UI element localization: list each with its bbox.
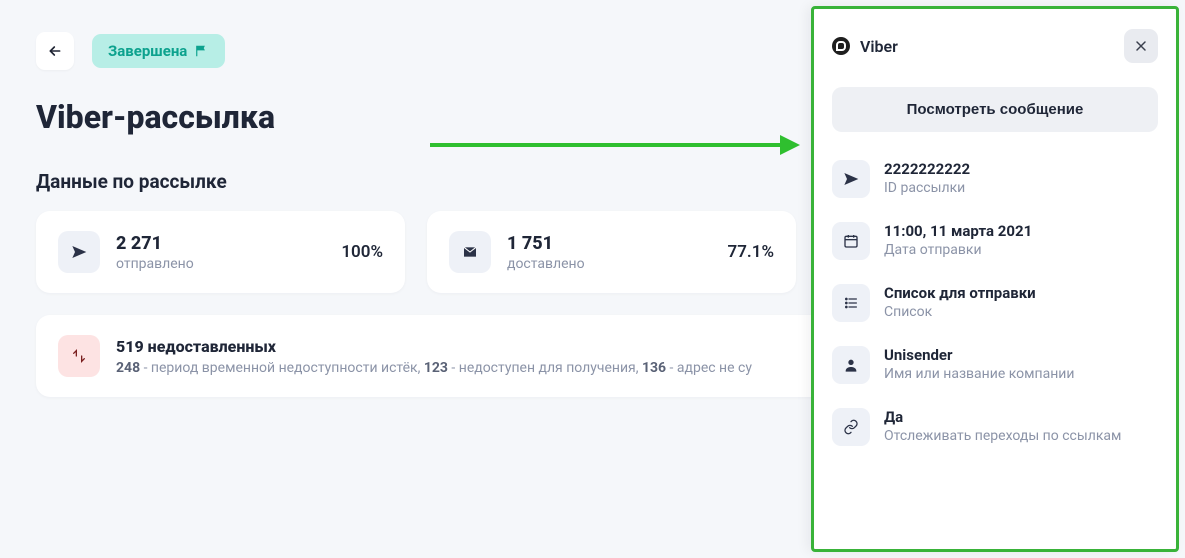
- status-chip: Завершена: [92, 34, 225, 68]
- panel-brand-label: Viber: [860, 37, 898, 56]
- info-row-tracking: Да Отслеживать переходы по ссылкам: [832, 408, 1158, 446]
- info-row-id: 2222222222 ID рассылки: [832, 160, 1158, 198]
- stat-sent-label: отправлено: [116, 256, 194, 272]
- viber-icon: [832, 37, 850, 55]
- stat-card-delivered: 1 751 доставлено 77.1%: [427, 211, 796, 293]
- back-button[interactable]: [36, 32, 74, 70]
- arrow-left-icon: [47, 43, 63, 59]
- stat-delivered-pct: 77.1%: [727, 242, 774, 262]
- calendar-icon: [832, 222, 870, 260]
- user-icon: [832, 346, 870, 384]
- info-date-value: 11:00, 11 марта 2021: [884, 222, 1032, 240]
- info-list-label: Список: [884, 304, 1036, 320]
- info-date-label: Дата отправки: [884, 242, 1032, 258]
- list-icon: [832, 284, 870, 322]
- link-icon: [832, 408, 870, 446]
- info-id-label: ID рассылки: [884, 180, 970, 196]
- info-id-value: 2222222222: [884, 160, 970, 178]
- panel-brand: Viber: [832, 37, 898, 56]
- info-track-value: Да: [884, 408, 1121, 426]
- info-row-list: Список для отправки Список: [832, 284, 1158, 322]
- stat-delivered-value: 1 751: [507, 233, 585, 254]
- failures-detail: 248 - период временной недоступности ист…: [116, 360, 752, 376]
- info-list-value: Список для отправки: [884, 284, 1036, 302]
- stat-delivered-label: доставлено: [507, 256, 585, 272]
- details-panel: Viber Посмотреть сообщение 2222222222 ID…: [811, 6, 1179, 552]
- info-row-sender: Unisender Имя или название компании: [832, 346, 1158, 384]
- info-track-label: Отслеживать переходы по ссылкам: [884, 428, 1121, 444]
- status-chip-label: Завершена: [108, 42, 187, 60]
- send-icon: [832, 160, 870, 198]
- stat-card-sent: 2 271 отправлено 100%: [36, 211, 405, 293]
- mail-icon: [449, 231, 491, 273]
- info-row-date: 11:00, 11 марта 2021 Дата отправки: [832, 222, 1158, 260]
- info-sender-label: Имя или название компании: [884, 366, 1074, 382]
- close-icon: [1133, 38, 1149, 54]
- stat-sent-value: 2 271: [116, 233, 194, 254]
- failures-card: 519 недоставленных 248 - период временно…: [36, 315, 856, 397]
- info-sender-value: Unisender: [884, 346, 1074, 364]
- close-button[interactable]: [1124, 29, 1158, 63]
- failures-title: 519 недоставленных: [116, 337, 752, 356]
- view-message-button[interactable]: Посмотреть сообщение: [832, 87, 1158, 132]
- flag-icon: [195, 44, 209, 58]
- send-icon: [58, 231, 100, 273]
- bounce-icon: [58, 335, 100, 377]
- stat-sent-pct: 100%: [341, 242, 383, 262]
